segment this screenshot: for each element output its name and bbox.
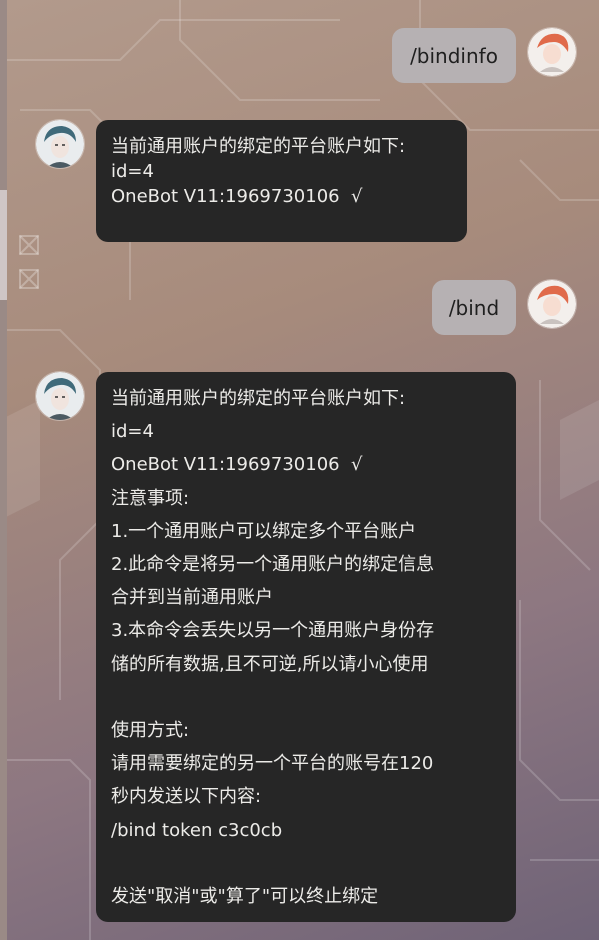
bot-message-bubble[interactable]: 当前通用账户的绑定的平台账户如下: id=4 OneBot V11:196973… [96,372,516,922]
message-text: /bindinfo [410,43,498,68]
message-line: 当前通用账户的绑定的平台账户如下: [111,388,406,409]
message-line: 发送"取消"或"算了"可以终止绑定 [111,886,379,908]
message-line: 合并到当前通用账户 [111,587,273,609]
scrollbar[interactable] [0,0,7,940]
bot-avatar-icon[interactable] [36,372,84,420]
scrollbar-thumb[interactable] [0,190,7,300]
message-text: /bind [448,295,500,320]
message-line: OneBot V11:1969730106 √ [111,454,363,476]
message-line: id=4 [111,421,154,443]
message-line: 当前通用账户的绑定的平台账户如下: [111,136,406,157]
message-line: 2.此命令是将另一个通用账户的绑定信息 [111,554,435,576]
bot-avatar-icon[interactable] [36,120,84,168]
message-line: id=4 [111,161,154,182]
user-avatar-icon[interactable] [528,28,576,76]
message-line: 储的所有数据,且不可逆,所以请小心使用 [111,653,429,675]
user-avatar-icon[interactable] [528,280,576,328]
message-line [111,681,501,714]
user-message-bubble[interactable]: /bind [432,280,516,335]
message-line: 使用方式: [111,720,190,742]
message-line: 秒内发送以下内容: [111,786,262,808]
message-line: 请用需要绑定的另一个平台的账号在120 [111,753,434,775]
user-message-bubble[interactable]: /bindinfo [392,28,516,83]
message-line: OneBot V11:1969730106 √ [111,186,363,207]
message-line: /bind token c3c0cb [111,819,283,841]
message-line: 注意事项: [111,487,190,509]
bot-message-bubble[interactable]: 当前通用账户的绑定的平台账户如下: id=4 OneBot V11:196973… [96,120,467,242]
message-line: 3.本命令会丢失以另一个通用账户身份存 [111,620,435,642]
message-line: 1.一个通用账户可以绑定多个平台账户 [111,520,417,542]
message-line [111,847,501,880]
